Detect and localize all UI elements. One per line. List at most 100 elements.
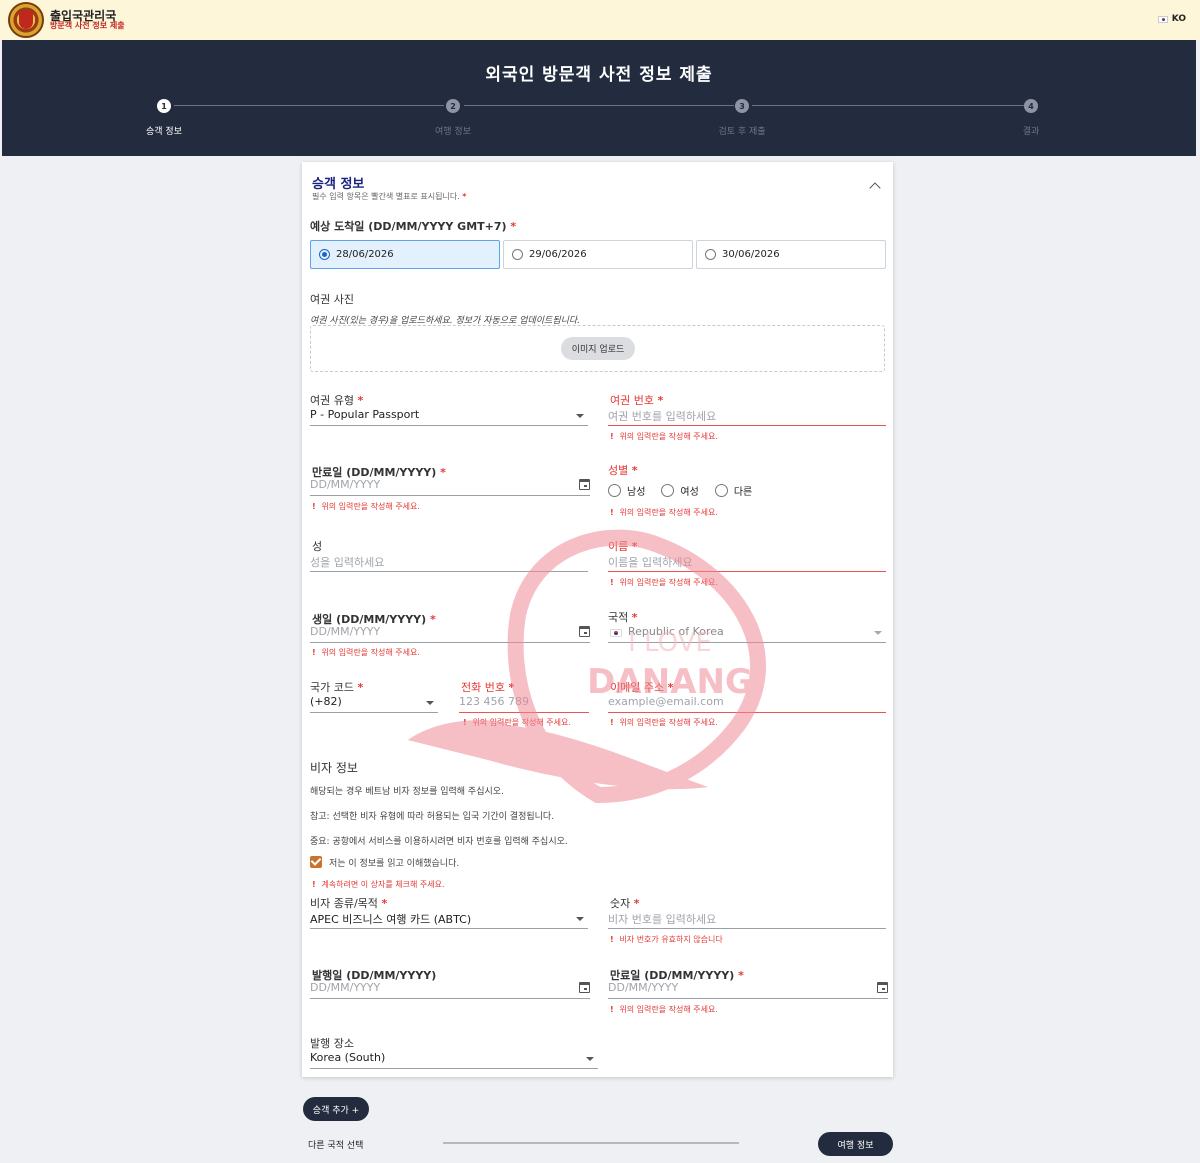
calendar-icon[interactable] <box>877 982 888 993</box>
email-placeholder: example@email.com <box>608 695 724 708</box>
country-code-select[interactable]: (+82) <box>310 695 438 713</box>
arrival-option-label: 30/06/2026 <box>722 249 780 260</box>
birth-date-error: 위의 입력란을 작성해 주세요. <box>312 647 420 658</box>
passport-photo-label: 여권 사진 <box>310 293 354 306</box>
visa-number-label: 숫자 * <box>610 897 640 910</box>
radio-icon <box>608 484 621 497</box>
step-1-label[interactable]: 승객 정보 <box>104 124 224 137</box>
language-switcher[interactable]: KO <box>1157 14 1186 24</box>
gender-other[interactable]: 다른 <box>714 483 752 498</box>
step-2-indicator[interactable]: 2 <box>446 99 460 113</box>
radio-icon <box>705 249 716 260</box>
stepper-connector <box>464 105 734 106</box>
passport-number-placeholder: 여권 번호를 입력하세요 <box>608 410 717 423</box>
visa-section-title: 비자 정보 <box>310 761 358 775</box>
gender-female[interactable]: 여성 <box>661 483 699 498</box>
footer-divider <box>443 1142 739 1144</box>
page-title: 외국인 방문객 사전 정보 제출 <box>485 65 713 85</box>
issue-date-input[interactable]: DD/MM/YYYY <box>310 981 590 999</box>
dropdown-caret-icon <box>576 917 584 921</box>
arrival-option-1[interactable]: 28/06/2026 <box>310 240 500 269</box>
arrival-option-3[interactable]: 30/06/2026 <box>696 240 886 269</box>
next-travel-info-button[interactable]: 여행 정보 <box>818 1132 893 1156</box>
passport-number-input[interactable]: 여권 번호를 입력하세요 <box>608 408 886 426</box>
issue-date-placeholder: DD/MM/YYYY <box>310 981 381 994</box>
top-bar: 출입국관리국 방문객 사전 정보 제출 KO <box>0 0 1200 40</box>
immigration-emblem-icon <box>8 2 44 38</box>
acknowledge-checkbox[interactable] <box>310 856 322 868</box>
visa-note: 참고: 선택한 비자 유형에 따라 허용되는 입국 기간이 결정됩니다. <box>310 812 555 822</box>
given-name-input[interactable]: 이름을 입력하세요 <box>608 554 886 572</box>
phone-error: 위의 입력란을 작성해 주세요. <box>463 717 571 728</box>
given-name-placeholder: 이름을 입력하세요 <box>608 556 693 569</box>
calendar-icon[interactable] <box>579 626 590 637</box>
country-code-label: 국가 코드 * <box>310 681 364 694</box>
email-label: 이메일 주소 * <box>610 681 674 694</box>
email-input[interactable]: example@email.com <box>608 695 886 713</box>
expiry-date-input[interactable]: DD/MM/YYYY <box>310 478 590 496</box>
visa-important: 중요: 공항에서 서비스를 이용하시려면 비자 번호를 입력해 주십시오. <box>310 837 568 847</box>
dropdown-caret-icon <box>576 414 584 418</box>
korea-flag-icon <box>1157 15 1168 23</box>
gender-male[interactable]: 남성 <box>608 483 645 498</box>
radio-icon <box>661 484 675 497</box>
calendar-icon[interactable] <box>579 982 590 993</box>
dropdown-caret-icon <box>586 1057 594 1061</box>
given-name-error: 위의 입력란을 작성해 주세요. <box>610 577 718 588</box>
visa-type-label: 비자 종류/목적 * <box>310 897 388 910</box>
upload-image-button[interactable]: 이미지 업로드 <box>561 337 635 360</box>
arrival-option-label: 29/06/2026 <box>529 249 587 260</box>
passport-number-label: 여권 번호 * <box>610 394 664 407</box>
dropdown-caret-icon <box>874 631 882 635</box>
visa-type-select[interactable]: APEC 비즈니스 여행 카드 (ABTC) <box>310 911 588 929</box>
radio-icon <box>512 249 523 260</box>
passport-number-error: 위의 입력란을 작성해 주세요. <box>610 431 718 442</box>
given-name-label: 이름 * <box>608 540 638 553</box>
issue-place-value: Korea (South) <box>310 1051 386 1064</box>
brand: 출입국관리국 방문객 사전 정보 제출 <box>50 9 125 31</box>
step-2-label[interactable]: 여행 정보 <box>393 124 513 137</box>
photo-dropzone[interactable]: 이미지 업로드 <box>310 325 885 372</box>
step-1-indicator[interactable]: 1 <box>157 99 171 113</box>
section-subtitle: 필수 입력 항목은 빨간색 별표로 표시됩니다. * <box>312 192 467 201</box>
language-code: KO <box>1171 14 1186 24</box>
surname-label: 성 <box>312 540 323 553</box>
visa-expiry-placeholder: DD/MM/YYYY <box>608 981 679 994</box>
dropdown-caret-icon <box>426 701 434 705</box>
visa-expiry-error: 위의 입력란을 작성해 주세요. <box>610 1004 718 1015</box>
phone-input[interactable]: 123 456 789 <box>459 695 589 713</box>
arrival-option-2[interactable]: 29/06/2026 <box>503 240 693 269</box>
korea-flag-icon <box>610 629 622 637</box>
section-title: 승객 정보 <box>312 177 365 192</box>
stepper-connector <box>174 105 444 106</box>
visa-number-input[interactable]: 비자 번호를 입력하세요 <box>608 911 886 929</box>
passenger-info-card: 승객 정보 필수 입력 항목은 빨간색 별표로 표시됩니다. * 예상 도착일 … <box>302 162 893 1077</box>
calendar-icon[interactable] <box>579 479 590 490</box>
passport-type-value: P - Popular Passport <box>310 408 420 421</box>
step-3-label[interactable]: 검토 후 제출 <box>682 124 802 137</box>
stepper-connector <box>752 105 1024 106</box>
phone-label: 전화 번호 * <box>461 681 515 694</box>
step-4-indicator[interactable]: 4 <box>1024 99 1038 113</box>
step-3-indicator[interactable]: 3 <box>735 99 749 113</box>
passport-type-select[interactable]: P - Popular Passport <box>310 408 588 426</box>
arrival-date-label: 예상 도착일 (DD/MM/YYYY GMT+7) * <box>310 220 517 233</box>
birth-date-placeholder: DD/MM/YYYY <box>310 625 381 638</box>
surname-placeholder: 성을 입력하세요 <box>310 556 385 569</box>
gender-label: 성별 * <box>608 464 638 477</box>
birth-date-input[interactable]: DD/MM/YYYY <box>310 625 590 643</box>
nationality-value: Republic of Korea <box>628 625 724 638</box>
issue-place-select[interactable]: Korea (South) <box>310 1051 598 1069</box>
collapse-chevron-icon[interactable] <box>869 182 881 194</box>
add-passenger-button[interactable]: 승객 추가 + <box>303 1097 369 1121</box>
step-4-label[interactable]: 결과 <box>971 124 1091 137</box>
expiry-date-error: 위의 입력란을 작성해 주세요. <box>312 501 420 512</box>
gender-options: 남성 여성 다른 <box>608 483 752 498</box>
nationality-select[interactable]: Republic of Korea <box>608 625 886 643</box>
other-nationality-link[interactable]: 다른 국적 선택 <box>308 1138 363 1151</box>
country-code-value: (+82) <box>310 695 342 708</box>
expiry-date-placeholder: DD/MM/YYYY <box>310 478 381 491</box>
surname-input[interactable]: 성을 입력하세요 <box>310 554 588 572</box>
visa-expiry-input[interactable]: DD/MM/YYYY <box>608 981 888 999</box>
nationality-label: 국적 * <box>608 611 638 624</box>
